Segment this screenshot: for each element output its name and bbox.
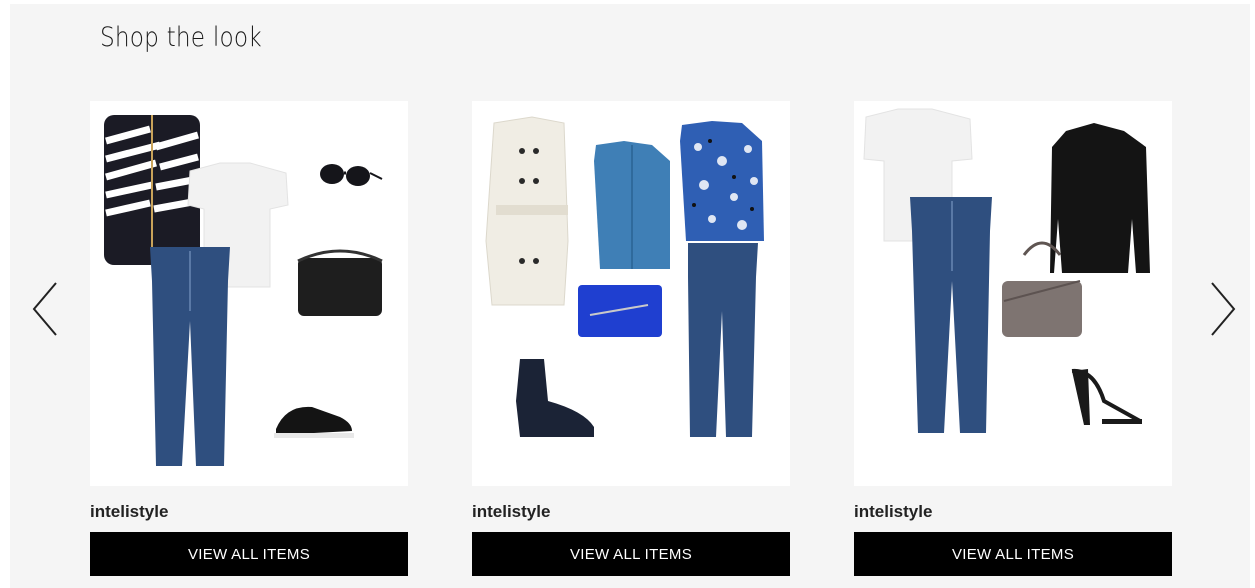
- view-all-items-button-1[interactable]: VIEW ALL ITEMS: [90, 532, 408, 576]
- chevron-left-icon: [32, 282, 57, 336]
- clutch-bag-image: [578, 285, 662, 337]
- look-brand-2: intelistyle: [472, 502, 551, 521]
- zebra-jacket-image: [104, 115, 200, 265]
- blazer-image: [1050, 123, 1150, 273]
- heel-sandal-image: [1071, 368, 1142, 425]
- look-image-3[interactable]: [854, 101, 1172, 486]
- view-all-items-button-3[interactable]: VIEW ALL ITEMS: [854, 532, 1172, 576]
- chevron-right-icon: [1211, 282, 1236, 336]
- jeans-image: [910, 197, 992, 433]
- look-image-2[interactable]: [472, 101, 790, 486]
- jeans-image: [688, 243, 758, 437]
- look-card-2[interactable]: intelistyle VIEW ALL ITEMS: [472, 101, 790, 576]
- carousel-next-button[interactable]: [1200, 279, 1240, 339]
- look-card-3[interactable]: intelistyle VIEW ALL ITEMS: [854, 101, 1172, 576]
- jeans-image: [150, 247, 230, 466]
- view-all-items-button-2[interactable]: VIEW ALL ITEMS: [472, 532, 790, 576]
- look-brand-3: intelistyle: [854, 502, 933, 521]
- ankle-boot-image: [516, 359, 594, 437]
- blue-blouse-image: [594, 141, 670, 269]
- look-card-1[interactable]: intelistyle VIEW ALL ITEMS: [90, 101, 408, 576]
- look-brand-1: intelistyle: [90, 502, 169, 521]
- look-image-1[interactable]: [90, 101, 408, 486]
- section-title: Shop the look: [100, 22, 262, 53]
- sneaker-image: [274, 406, 354, 438]
- leopard-print-top-image: [680, 121, 764, 241]
- trench-coat-image: [485, 116, 569, 306]
- sunglasses-image: [320, 164, 383, 186]
- carousel-prev-button[interactable]: [28, 279, 68, 339]
- crossbody-bag-image: [297, 249, 383, 316]
- shop-the-look-section: Shop the look intelistyle VIEW ALL ITEMS…: [10, 4, 1250, 588]
